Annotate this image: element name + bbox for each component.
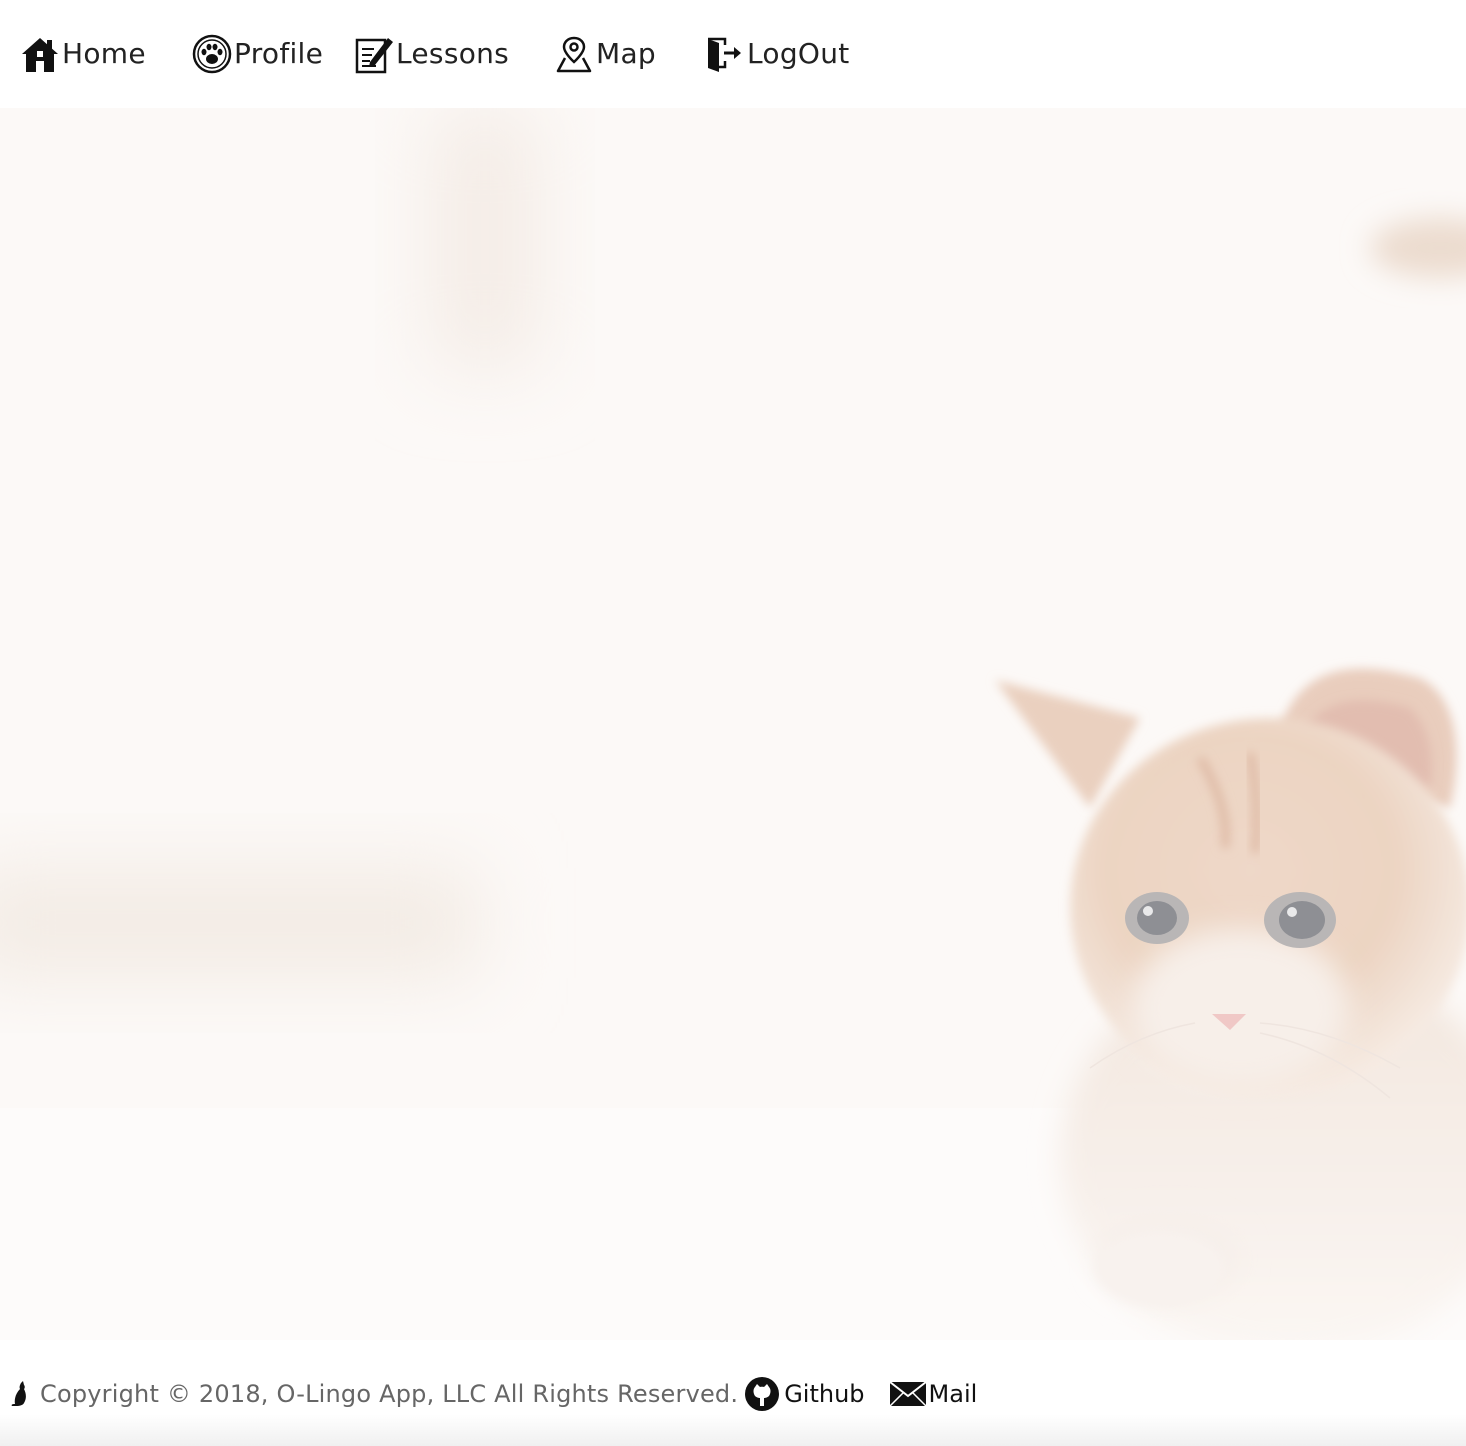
- cat-silhouette-icon: [11, 1381, 26, 1406]
- home-icon: [22, 38, 58, 72]
- paw-icon: [192, 34, 232, 74]
- nav-map-label: Map: [596, 37, 656, 70]
- github-label: Github: [784, 1380, 865, 1408]
- top-navigation: Home Profile Lessons Map LogOut: [0, 0, 1466, 108]
- nav-home-label: Home: [62, 37, 146, 70]
- copyright-text: Copyright © 2018, O-Lingo App, LLC All R…: [40, 1380, 739, 1408]
- nav-profile-label: Profile: [234, 37, 324, 70]
- envelope-icon: [888, 1381, 927, 1407]
- nav-lessons-label: Lessons: [396, 37, 510, 70]
- mail-link[interactable]: Mail: [865, 1380, 978, 1408]
- nav-logout-label: LogOut: [747, 37, 850, 70]
- faded-kitten-image: [0, 108, 1466, 1340]
- page-footer: Copyright © 2018, O-Lingo App, LLC All R…: [0, 1340, 1466, 1446]
- footer-content: Copyright © 2018, O-Lingo App, LLC All R…: [10, 1372, 977, 1416]
- github-link[interactable]: Github: [738, 1376, 865, 1412]
- nav-logout-link[interactable]: LogOut: [705, 32, 850, 76]
- mail-label: Mail: [928, 1380, 978, 1408]
- edit-document-icon: [355, 38, 393, 74]
- nav-home-link[interactable]: Home: [20, 32, 146, 76]
- hero-background: [0, 108, 1466, 1340]
- nav-map-link[interactable]: Map: [554, 32, 656, 76]
- map-pin-icon: [556, 36, 592, 73]
- logout-door-icon: [708, 37, 741, 72]
- github-icon: [745, 1377, 780, 1411]
- nav-lessons-link[interactable]: Lessons: [354, 32, 509, 76]
- nav-profile-link[interactable]: Profile: [192, 32, 323, 76]
